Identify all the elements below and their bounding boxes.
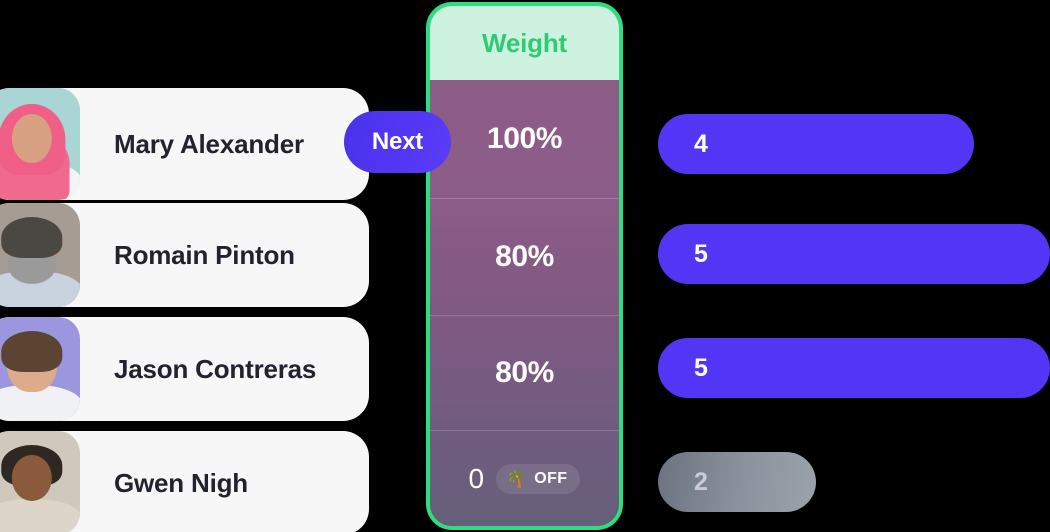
score-bar-3[interactable]: 5 bbox=[658, 338, 1050, 398]
weight-cell-1[interactable]: 100% bbox=[430, 80, 619, 199]
score-bar-2[interactable]: 5 bbox=[658, 224, 1050, 284]
score-value: 2 bbox=[694, 467, 708, 496]
score-bar-1[interactable]: 4 bbox=[658, 114, 974, 174]
score-bar-4[interactable]: 2 bbox=[658, 452, 816, 512]
weight-column: Weight 100% 80% 80% 0 🌴 OFF bbox=[426, 2, 623, 530]
weight-cell-2[interactable]: 80% bbox=[430, 199, 619, 316]
score-value: 5 bbox=[694, 353, 708, 382]
weight-header-label: Weight bbox=[482, 27, 567, 58]
weight-off-row: 0 🌴 OFF bbox=[469, 463, 581, 495]
score-value: 5 bbox=[694, 239, 708, 268]
screenshot-canvas: Mary Alexander Romain Pinton Jason Contr… bbox=[0, 0, 1050, 532]
weight-value: 100% bbox=[486, 122, 563, 155]
weight-value: 80% bbox=[495, 356, 554, 389]
weight-cell-4[interactable]: 0 🌴 OFF bbox=[430, 431, 619, 526]
palm-tree-icon: 🌴 bbox=[506, 469, 528, 488]
off-status-badge[interactable]: 🌴 OFF bbox=[496, 463, 581, 494]
off-badge-label: OFF bbox=[534, 469, 568, 487]
score-value: 4 bbox=[694, 129, 708, 158]
weight-column-header: Weight bbox=[430, 6, 619, 80]
next-button[interactable]: Next bbox=[344, 111, 451, 173]
weight-value: 80% bbox=[495, 240, 554, 273]
weight-column-body: 100% 80% 80% 0 🌴 OFF bbox=[430, 80, 619, 526]
weight-cell-3[interactable]: 80% bbox=[430, 316, 619, 431]
weight-value: 0 bbox=[468, 462, 485, 494]
